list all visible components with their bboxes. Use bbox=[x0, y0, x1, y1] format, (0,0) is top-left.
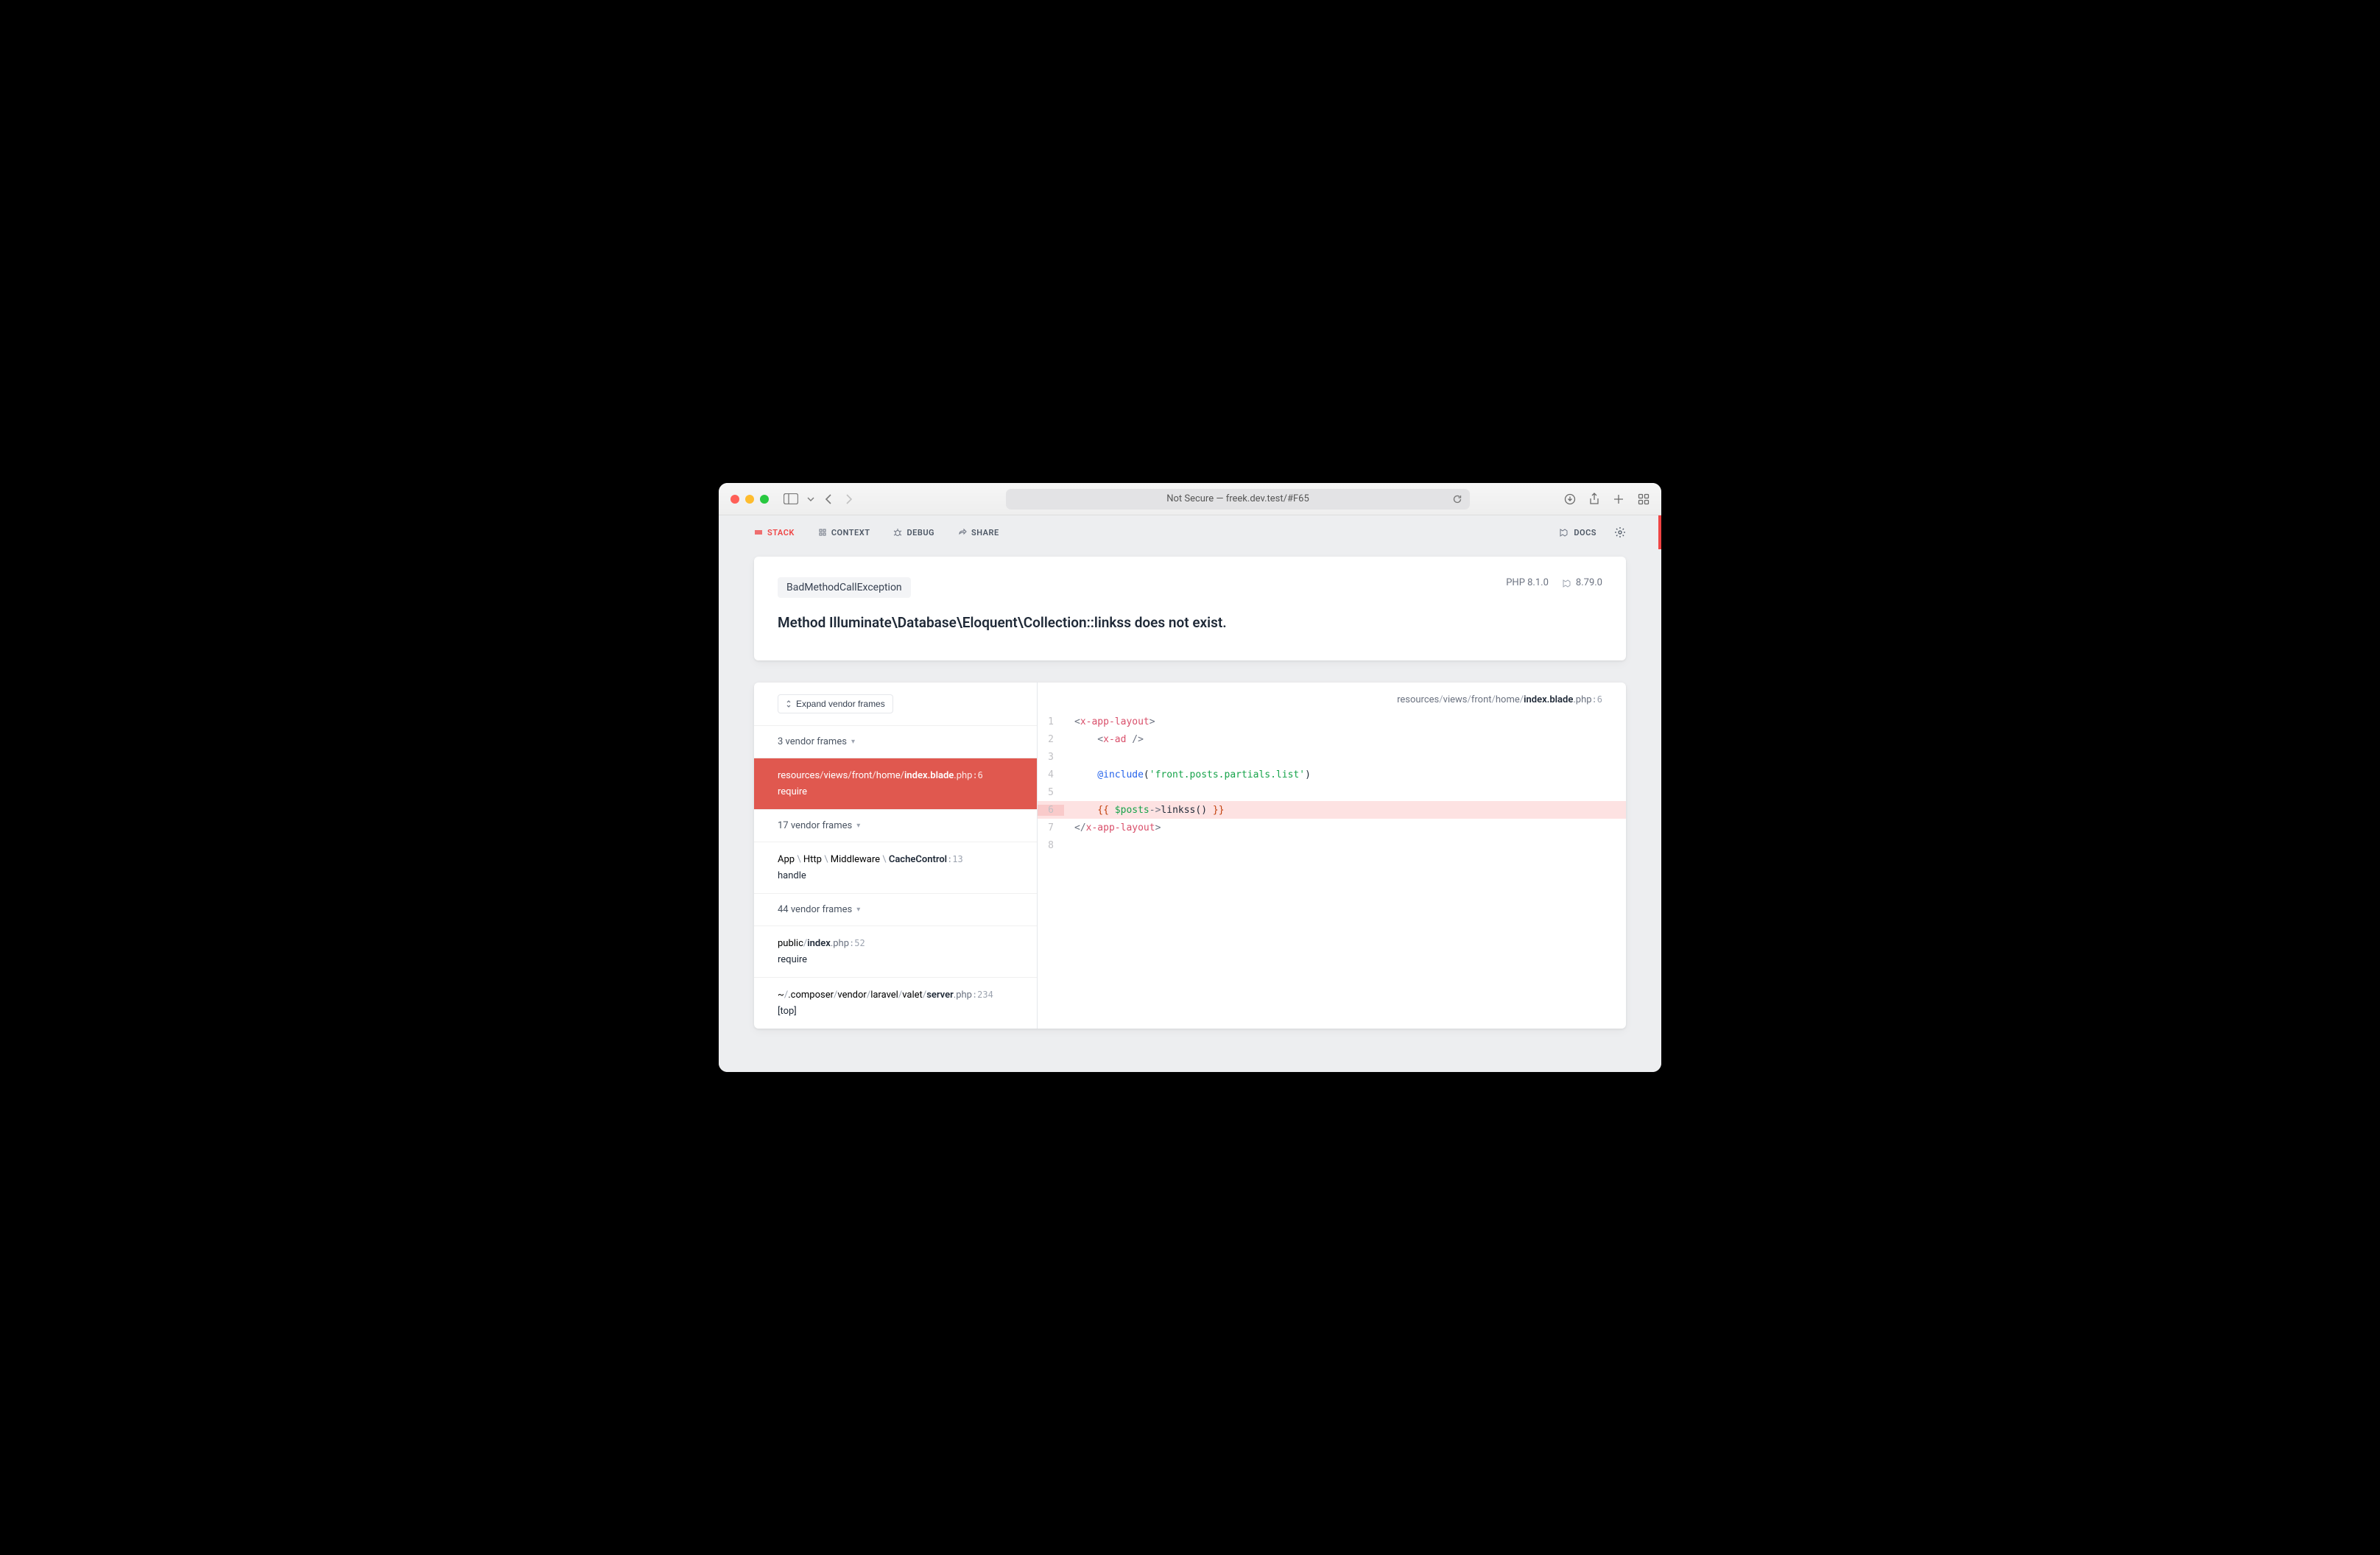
titlebar: Not Secure — freek.dev.test/#F65 bbox=[719, 483, 1661, 515]
code-line: 8 bbox=[1038, 836, 1626, 854]
group-label: 44 vendor frames bbox=[778, 904, 852, 915]
laravel-version: 8.79.0 bbox=[1562, 577, 1602, 588]
tab-debug[interactable]: DEBUG bbox=[893, 528, 934, 537]
exception-message: Method Illuminate\Database\Eloquent\Coll… bbox=[778, 614, 1602, 631]
tab-label: CONTEXT bbox=[831, 528, 870, 537]
frame-method: require bbox=[778, 953, 1013, 967]
exception-card: BadMethodCallException PHP 8.1.0 8.79.0 … bbox=[754, 557, 1626, 660]
vendor-frame-group[interactable]: 17 vendor frames ▾ bbox=[754, 809, 1037, 842]
tab-share[interactable]: SHARE bbox=[958, 528, 999, 537]
traffic-lights bbox=[730, 495, 769, 504]
sidebar-toggle-icon[interactable] bbox=[784, 493, 798, 504]
frame-method: require bbox=[778, 785, 1013, 800]
code-line-highlighted: 6 {{ $posts->linkss() }} bbox=[1038, 801, 1626, 819]
chevron-down-icon: ▾ bbox=[851, 738, 855, 746]
code-viewer: resources/views/front/home/index.blade.p… bbox=[1038, 683, 1626, 1029]
docs-label: DOCS bbox=[1574, 528, 1596, 537]
frame-method: [top] bbox=[778, 1004, 1013, 1019]
bug-icon bbox=[893, 528, 902, 537]
code-lines: 1<x-app-layout> 2 <x-ad /> 3 4 @include(… bbox=[1038, 713, 1626, 854]
tab-label: STACK bbox=[767, 528, 795, 537]
stack-icon bbox=[754, 528, 763, 537]
laravel-icon bbox=[1562, 578, 1572, 588]
frame-item[interactable]: ~/.composer/vendor/laravel/valet/server.… bbox=[754, 977, 1037, 1029]
tab-label: SHARE bbox=[971, 528, 999, 537]
ignition-nav: STACK CONTEXT DEBUG SHARE DOCS bbox=[719, 515, 1661, 549]
code-file-path: resources/views/front/home/index.blade.p… bbox=[1038, 683, 1626, 713]
context-icon bbox=[818, 528, 827, 537]
new-tab-icon[interactable] bbox=[1613, 493, 1624, 505]
laravel-version-text: 8.79.0 bbox=[1576, 577, 1602, 588]
back-button[interactable] bbox=[825, 493, 832, 505]
address-text: Not Secure — freek.dev.test/#F65 bbox=[1166, 493, 1309, 504]
expand-label: Expand vendor frames bbox=[796, 699, 885, 709]
group-label: 17 vendor frames bbox=[778, 820, 852, 831]
docs-link[interactable]: DOCS bbox=[1559, 527, 1596, 537]
page-content: STACK CONTEXT DEBUG SHARE DOCS bbox=[719, 515, 1661, 1072]
accent-bar bbox=[1658, 515, 1661, 549]
browser-window: Not Secure — freek.dev.test/#F65 bbox=[719, 483, 1661, 1072]
vendor-frame-group[interactable]: 3 vendor frames ▾ bbox=[754, 725, 1037, 758]
share-arrow-icon bbox=[958, 528, 967, 537]
expand-icon bbox=[786, 700, 792, 708]
code-line: 3 bbox=[1038, 748, 1626, 766]
vendor-frame-group[interactable]: 44 vendor frames ▾ bbox=[754, 893, 1037, 925]
chevron-down-icon: ▾ bbox=[856, 906, 860, 914]
settings-button[interactable] bbox=[1614, 526, 1626, 538]
laravel-icon bbox=[1559, 527, 1569, 537]
downloads-icon[interactable] bbox=[1564, 493, 1576, 505]
share-icon[interactable] bbox=[1589, 493, 1599, 506]
tab-stack[interactable]: STACK bbox=[754, 528, 795, 537]
forward-button[interactable] bbox=[845, 493, 853, 505]
code-line: 2 <x-ad /> bbox=[1038, 730, 1626, 748]
code-line: 4 @include('front.posts.partials.list') bbox=[1038, 766, 1626, 783]
frame-item[interactable]: App \ Http \ Middleware \ CacheControl:1… bbox=[754, 842, 1037, 893]
frame-item[interactable]: public/index.php:52 require bbox=[754, 925, 1037, 977]
php-version: PHP 8.1.0 bbox=[1506, 577, 1549, 588]
group-label: 3 vendor frames bbox=[778, 736, 847, 747]
expand-vendor-button[interactable]: Expand vendor frames bbox=[778, 694, 893, 713]
frame-method: handle bbox=[778, 869, 1013, 884]
dropdown-chevron-icon[interactable] bbox=[807, 497, 814, 501]
stack-panel: Expand vendor frames 3 vendor frames ▾ r… bbox=[754, 683, 1626, 1029]
code-line: 1<x-app-layout> bbox=[1038, 713, 1626, 730]
frame-item-active[interactable]: resources/views/front/home/index.blade.p… bbox=[754, 758, 1037, 809]
code-line: 7</x-app-layout> bbox=[1038, 819, 1626, 836]
minimize-window-button[interactable] bbox=[745, 495, 754, 504]
address-bar[interactable]: Not Secure — freek.dev.test/#F65 bbox=[1006, 489, 1470, 509]
tab-overview-icon[interactable] bbox=[1638, 493, 1650, 505]
frames-list: Expand vendor frames 3 vendor frames ▾ r… bbox=[754, 683, 1038, 1029]
chevron-down-icon: ▾ bbox=[856, 822, 860, 830]
tab-context[interactable]: CONTEXT bbox=[818, 528, 870, 537]
maximize-window-button[interactable] bbox=[760, 495, 769, 504]
tab-label: DEBUG bbox=[906, 528, 934, 537]
version-info: PHP 8.1.0 8.79.0 bbox=[1506, 577, 1602, 588]
gear-icon bbox=[1614, 526, 1626, 538]
code-line: 5 bbox=[1038, 783, 1626, 801]
reload-icon[interactable] bbox=[1452, 494, 1462, 504]
exception-class-badge: BadMethodCallException bbox=[778, 577, 911, 598]
close-window-button[interactable] bbox=[730, 495, 739, 504]
